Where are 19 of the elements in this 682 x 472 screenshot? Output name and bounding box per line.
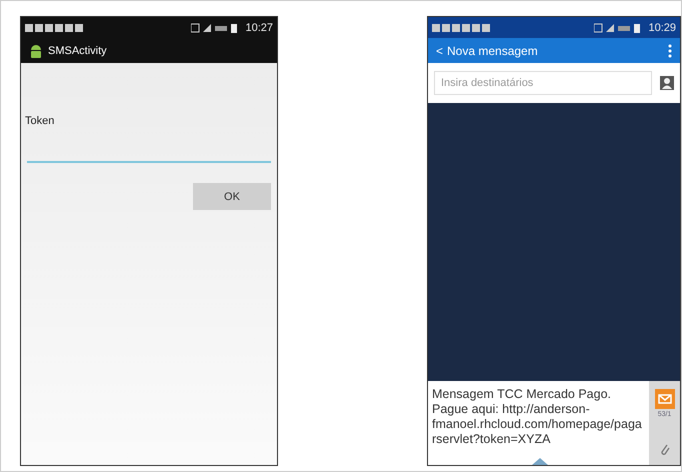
android-icon bbox=[29, 42, 43, 58]
ok-button[interactable]: OK bbox=[192, 183, 271, 210]
send-icon[interactable] bbox=[654, 389, 674, 409]
message-text[interactable]: Mensagem TCC Mercado Pago. Pague aqui: http://anderson-fmanoel.rhcloud.com/homepage/pagarservlet?token=XYZA bbox=[428, 381, 649, 465]
app-title: SMSActivity bbox=[48, 44, 107, 56]
clock: 10:27 bbox=[245, 22, 273, 34]
menu-icon[interactable] bbox=[668, 44, 672, 58]
battery-icon bbox=[231, 24, 238, 32]
contact-icon[interactable] bbox=[660, 76, 674, 90]
recipients-field[interactable]: Insira destinatários bbox=[434, 71, 652, 95]
battery-icon bbox=[634, 24, 640, 32]
signal-icon bbox=[606, 24, 614, 32]
paperclip-icon[interactable] bbox=[658, 442, 670, 458]
screen-title: Nova mensagem bbox=[447, 44, 538, 58]
token-label: Token bbox=[25, 115, 56, 127]
signal-icon bbox=[203, 24, 212, 32]
handle-icon[interactable] bbox=[532, 458, 548, 465]
back-button[interactable]: < bbox=[436, 44, 443, 58]
clock: 10:29 bbox=[648, 22, 676, 34]
